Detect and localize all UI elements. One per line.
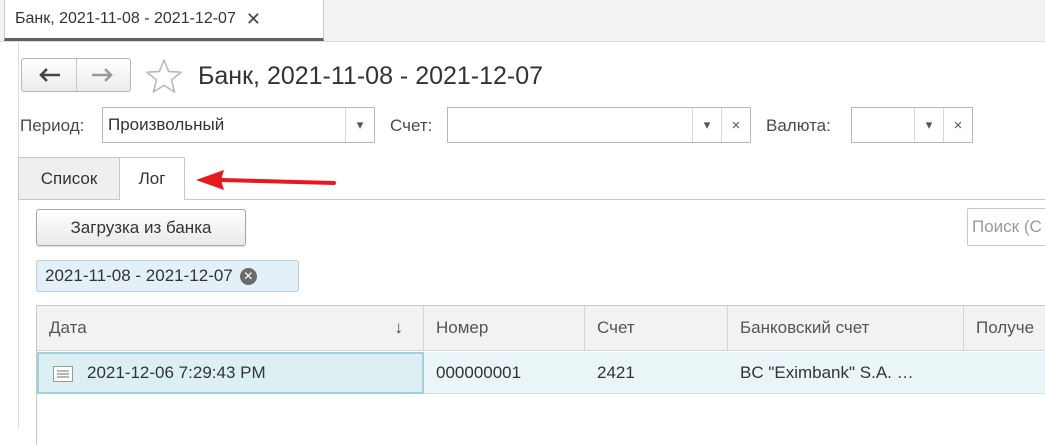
column-header-bank-account[interactable]: Банковский счет	[728, 306, 964, 351]
period-select[interactable]: Произвольный ▾	[102, 107, 375, 143]
period-label: Период:	[20, 116, 85, 135]
tab-log[interactable]: Лог	[119, 157, 185, 200]
arrow-right-icon	[92, 68, 114, 82]
form-border	[18, 42, 19, 428]
column-header-account[interactable]: Счет	[585, 306, 728, 351]
document-tab-label: Банк, 2021-11-08 - 2021-12-07	[15, 10, 236, 27]
period-filter-chip: 2021-11-08 - 2021-12-07 ✕	[36, 260, 299, 292]
sort-arrow-icon: ↓	[394, 318, 404, 337]
account-dropdown-icon[interactable]: ▾	[692, 108, 721, 142]
page-title: Банк, 2021-11-08 - 2021-12-07	[198, 62, 544, 90]
column-header-number[interactable]: Номер	[424, 306, 585, 351]
currency-dropdown-icon[interactable]: ▾	[914, 108, 943, 142]
remove-filter-icon[interactable]: ✕	[239, 267, 257, 285]
favorite-button[interactable]	[145, 58, 183, 94]
account-value	[448, 108, 692, 142]
period-value: Произвольный	[108, 115, 225, 134]
cell-bank-account: BC "Eximbank" S.A. …	[740, 363, 914, 382]
document-tab[interactable]: Банк, 2021-11-08 - 2021-12-07 ✕	[4, 0, 324, 41]
currency-field[interactable]: ▾ ×	[851, 107, 973, 143]
history-navigation	[21, 58, 131, 92]
currency-value	[852, 108, 914, 142]
cell-receiver	[964, 352, 1045, 394]
arrow-left-icon	[39, 68, 60, 82]
period-filter-chip-label: 2021-11-08 - 2021-12-07	[45, 266, 233, 285]
table-row[interactable]: 2021-12-06 7:29:43 PM 000000001 2421 BC …	[37, 352, 1045, 394]
back-button[interactable]	[22, 59, 76, 91]
account-clear-icon[interactable]: ×	[721, 108, 750, 142]
cell-date[interactable]: 2021-12-06 7:29:43 PM	[37, 352, 424, 394]
column-header-date[interactable]: Дата ↓	[37, 306, 424, 351]
currency-label: Валюта:	[766, 116, 831, 135]
column-header-date-label: Дата	[49, 318, 87, 337]
load-from-bank-button[interactable]: Загрузка из банка	[36, 209, 246, 246]
currency-clear-icon[interactable]: ×	[943, 108, 972, 142]
account-label: Счет:	[390, 116, 433, 135]
log-table: Дата ↓ Номер Счет Банковский счет Получе…	[36, 305, 1045, 445]
star-icon	[146, 59, 182, 93]
account-field[interactable]: ▾ ×	[447, 107, 751, 143]
tab-list[interactable]: Список	[18, 157, 120, 199]
document-icon	[53, 365, 73, 382]
cell-number: 000000001	[436, 363, 522, 382]
period-dropdown-icon[interactable]: ▾	[345, 108, 374, 142]
close-tab-icon[interactable]: ✕	[246, 9, 261, 30]
annotation-arrow-icon	[196, 170, 336, 190]
cell-date-text: 2021-12-06 7:29:43 PM	[87, 363, 266, 382]
column-header-receiver[interactable]: Получе	[964, 306, 1045, 351]
search-input[interactable]: Поиск (С	[967, 208, 1045, 246]
forward-button[interactable]	[75, 59, 130, 91]
cell-account: 2421	[597, 363, 635, 382]
